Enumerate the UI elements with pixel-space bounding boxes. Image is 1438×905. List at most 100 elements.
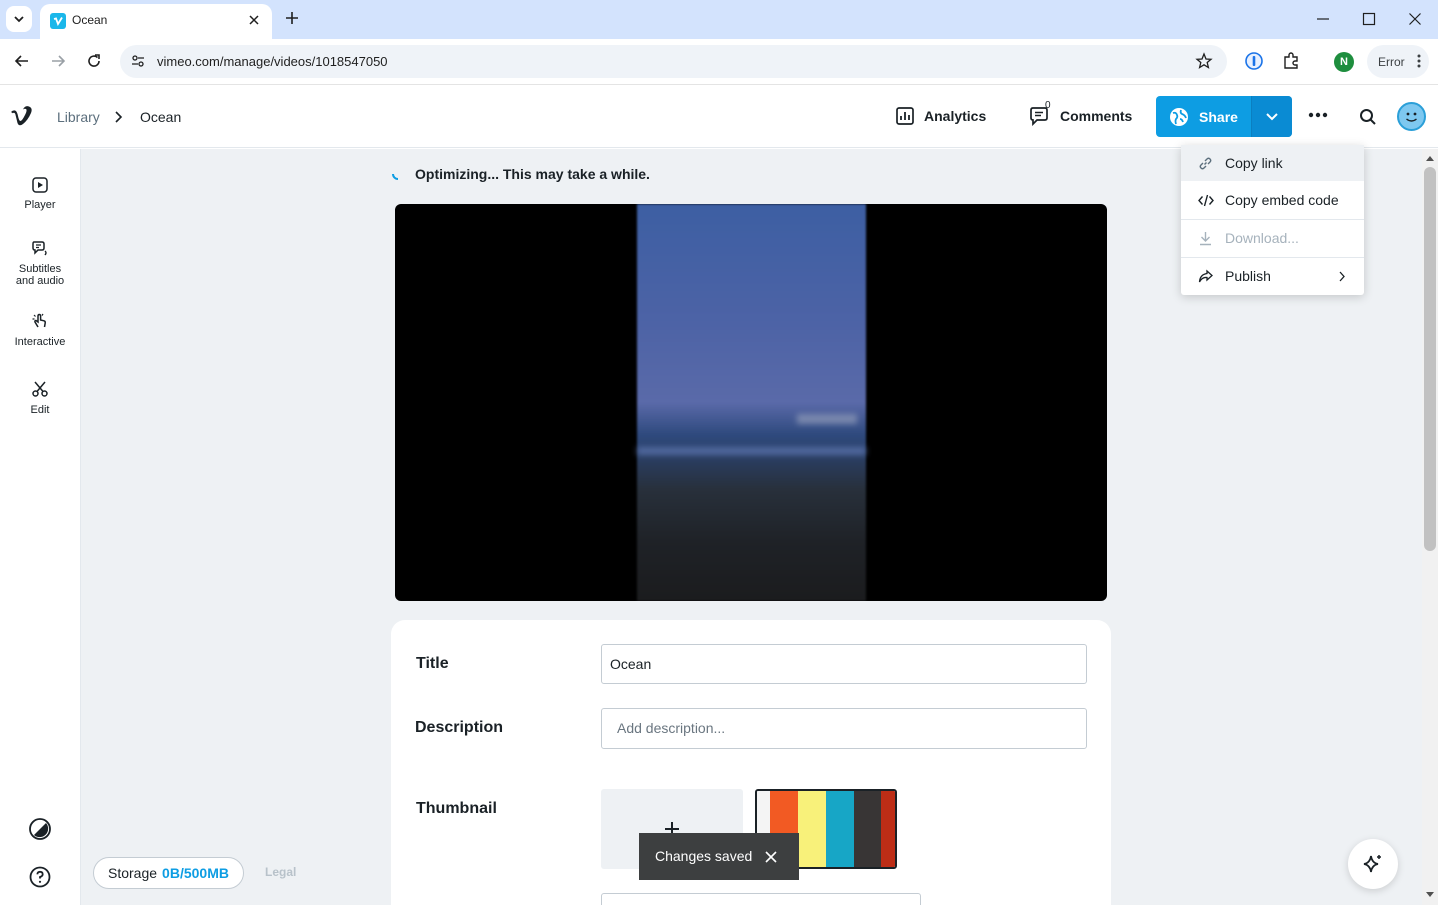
share-dropdown-toggle[interactable] — [1252, 96, 1292, 137]
page-scrollbar[interactable] — [1422, 149, 1438, 905]
close-window-icon[interactable] — [1408, 10, 1422, 28]
storage-value: 0B/500MB — [162, 865, 229, 881]
next-field-input[interactable] — [601, 893, 921, 905]
storage-indicator[interactable]: Storage 0B/500MB — [93, 857, 244, 889]
play-square-icon — [32, 177, 48, 193]
help-icon[interactable] — [28, 865, 52, 889]
link-icon — [1199, 157, 1212, 170]
thumbnail-bar — [854, 791, 881, 867]
new-tab-icon[interactable] — [282, 8, 302, 28]
password-manager-icon[interactable] — [1244, 51, 1264, 71]
menu-item-label: Copy link — [1225, 155, 1283, 171]
video-wave — [637, 447, 866, 455]
site-info-icon[interactable] — [130, 53, 146, 69]
browser-tab-bar: Ocean — [0, 0, 1438, 39]
scroll-down-arrow-icon[interactable] — [1426, 892, 1434, 898]
description-label: Description — [415, 719, 504, 736]
browser-tab[interactable]: Ocean — [40, 4, 272, 39]
forward-arrow-icon[interactable] — [49, 52, 67, 70]
breadcrumb-current: Ocean — [140, 109, 182, 125]
loading-spinner-icon — [392, 173, 399, 180]
description-input[interactable]: Add description... — [601, 708, 1087, 749]
breadcrumb-library[interactable]: Library — [57, 109, 100, 125]
kebab-menu-icon — [1417, 54, 1421, 68]
url-text: vimeo.com/manage/videos/1018547050 — [157, 54, 388, 69]
menu-item-copy-embed[interactable]: Copy embed code — [1181, 182, 1364, 218]
breadcrumb-chevron-icon — [115, 111, 123, 123]
legal-link[interactable]: Legal — [265, 865, 296, 879]
sidebar-item-label: Player — [24, 199, 56, 211]
bookmark-star-icon[interactable] — [1195, 52, 1213, 70]
comments-icon-wrap: 0 — [1029, 100, 1051, 127]
subtitles-audio-icon — [32, 241, 47, 256]
more-options-icon[interactable] — [1308, 112, 1328, 118]
smiley-face-icon — [1406, 112, 1417, 122]
menu-item-label: Copy embed code — [1225, 192, 1339, 208]
pointer-tap-icon — [32, 313, 46, 328]
analytics-label: Analytics — [924, 108, 987, 124]
theme-toggle-icon[interactable] — [28, 817, 52, 841]
sidebar-item-player[interactable]: Player — [0, 177, 80, 211]
tab-title: Ocean — [72, 13, 108, 27]
sidebar-item-subtitles[interactable]: Subtitles and audio — [0, 239, 80, 287]
video-shore-lights — [797, 414, 857, 424]
scissors-icon — [32, 381, 48, 397]
thumbnail-bar — [826, 791, 854, 867]
maximize-icon[interactable] — [1362, 10, 1376, 28]
chevron-down-icon — [1266, 112, 1278, 120]
chevron-right-icon — [1339, 271, 1345, 282]
sidebar-item-edit[interactable]: Edit — [0, 380, 80, 416]
vimeo-logo-icon[interactable] — [10, 106, 34, 126]
share-label: Share — [1199, 108, 1238, 125]
address-bar[interactable]: vimeo.com/manage/videos/1018547050 — [120, 45, 1227, 78]
user-avatar[interactable] — [1397, 102, 1426, 131]
sidebar-item-label: Edit — [30, 404, 50, 416]
video-frame — [637, 204, 866, 601]
globe-icon — [1170, 107, 1189, 126]
thumbnail-label: Thumbnail — [416, 800, 497, 817]
optimizing-status: Optimizing... This may take a while. — [391, 166, 650, 182]
thumbnail-bar — [798, 791, 826, 867]
scrollbar-thumb[interactable] — [1424, 167, 1436, 551]
menu-item-label: Publish — [1225, 268, 1271, 284]
close-icon[interactable] — [765, 851, 777, 863]
analytics-chart-icon — [896, 107, 914, 125]
menu-item-download: Download... — [1181, 220, 1364, 256]
minimize-icon[interactable] — [1316, 10, 1330, 28]
title-input[interactable]: Ocean — [601, 644, 1087, 684]
share-button[interactable]: Share — [1156, 96, 1251, 137]
error-button[interactable]: Error — [1367, 45, 1429, 78]
menu-item-publish[interactable]: Publish — [1181, 258, 1364, 294]
comments-count: 0 — [1045, 100, 1051, 111]
changes-saved-toast: Changes saved — [639, 833, 799, 880]
profile-avatar[interactable]: N — [1334, 52, 1354, 72]
toast-message: Changes saved — [655, 848, 753, 864]
close-tab-icon[interactable] — [246, 12, 262, 28]
ai-assistant-button[interactable] — [1348, 839, 1398, 889]
reload-icon[interactable] — [85, 52, 103, 70]
app-header: Library Ocean Analytics 0 Comments Share — [0, 86, 1438, 148]
comments-label: Comments — [1060, 108, 1133, 124]
menu-item-copy-link[interactable]: Copy link — [1181, 145, 1364, 181]
sidebar-item-label: Subtitles and audio — [15, 263, 65, 287]
thumbnail-bar — [881, 791, 895, 867]
share-button-group: Share — [1156, 96, 1292, 137]
title-label: Title — [416, 655, 449, 672]
scroll-up-arrow-icon[interactable] — [1426, 155, 1434, 161]
video-player[interactable] — [395, 204, 1107, 601]
back-arrow-icon[interactable] — [13, 52, 31, 70]
search-icon[interactable] — [1359, 108, 1377, 126]
menu-item-label: Download... — [1225, 230, 1299, 246]
share-dropdown-menu: Copy link Copy embed code Download... Pu… — [1181, 145, 1364, 295]
sidebar-item-interactive[interactable]: Interactive — [0, 312, 80, 348]
extensions-puzzle-icon[interactable] — [1281, 51, 1301, 71]
error-label: Error — [1378, 55, 1405, 69]
sidebar-item-label: Interactive — [14, 336, 66, 348]
download-icon — [1200, 232, 1211, 246]
left-sidebar: Player Subtitles and audio Interactive E… — [0, 149, 81, 905]
comments-button[interactable]: 0 Comments — [1029, 100, 1133, 127]
share-arrow-icon — [1198, 269, 1213, 283]
analytics-button[interactable]: Analytics — [895, 106, 986, 126]
status-text: Optimizing... This may take a while. — [415, 166, 650, 182]
tab-search-button[interactable] — [6, 6, 32, 32]
